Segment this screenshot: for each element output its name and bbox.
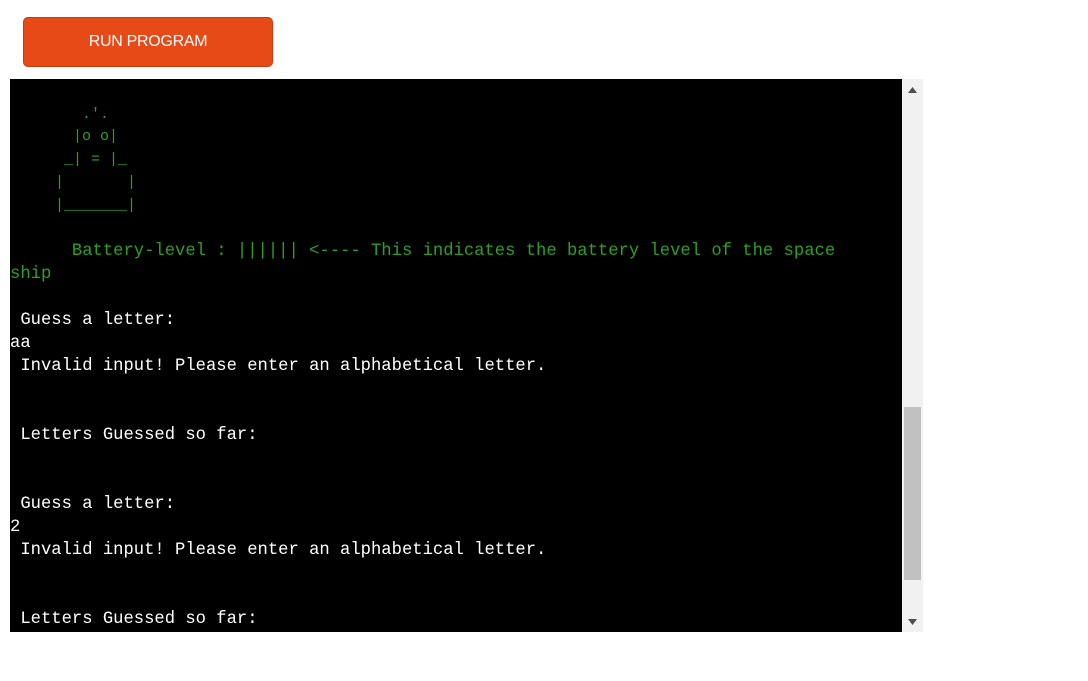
letters-guessed-label: Letters Guessed so far: — [10, 426, 258, 445]
ascii-art-line: _| = |_ — [10, 151, 128, 168]
user-input: 2 — [10, 518, 21, 537]
ascii-art-line: .'. — [10, 106, 110, 123]
scrollbar-thumb[interactable] — [904, 407, 921, 580]
user-input: aa — [10, 334, 31, 353]
letters-guessed-label: Letters Guessed so far: — [10, 610, 258, 629]
battery-level-line-wrap: ship — [10, 265, 52, 284]
run-program-button[interactable]: RUN PROGRAM — [23, 17, 273, 67]
error-message: Invalid input! Please enter an alphabeti… — [10, 541, 547, 560]
ascii-art-line: |_______| — [10, 197, 137, 214]
guess-prompt: Guess a letter: — [10, 495, 176, 514]
terminal-scrollbar[interactable] — [902, 79, 923, 632]
guess-prompt: Guess a letter: — [10, 311, 176, 330]
terminal[interactable]: .'. |o o| _| = |_ | | |_______| Battery-… — [10, 79, 902, 632]
ascii-art-line: | | — [10, 174, 137, 191]
ascii-art-line: |o o| — [10, 128, 119, 145]
terminal-output: .'. |o o| _| = |_ | | |_______| Battery-… — [10, 79, 902, 632]
triangle-up-icon[interactable] — [902, 79, 923, 100]
battery-level-line: Battery-level : |||||| <---- This indica… — [10, 242, 836, 261]
error-message: Invalid input! Please enter an alphabeti… — [10, 357, 547, 376]
triangle-down-icon[interactable] — [902, 611, 923, 632]
